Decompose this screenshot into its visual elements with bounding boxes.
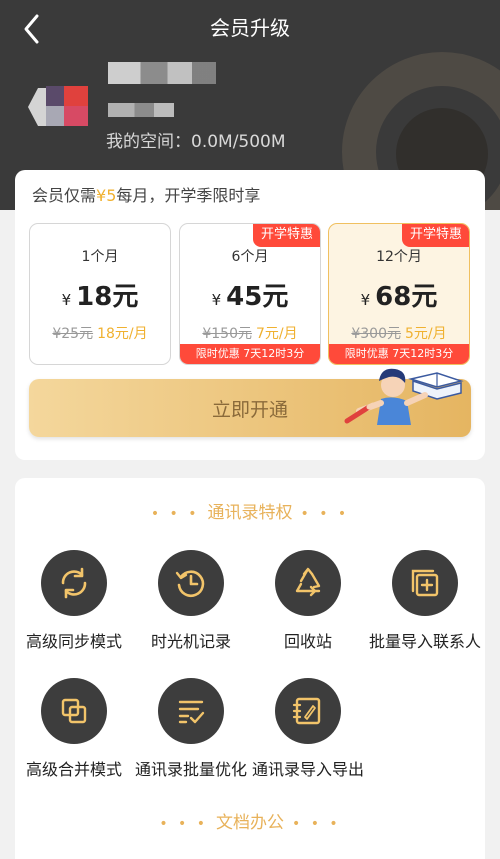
- plan-price: ¥45元: [180, 276, 320, 313]
- feature-label: 回收站: [283, 632, 332, 651]
- section-title-documents: • • • 文档办公 • • •: [15, 810, 485, 837]
- activate-now-button[interactable]: 立即开通: [29, 368, 471, 437]
- plan-price-value: 18元: [76, 282, 139, 312]
- plan-price-detail: ¥25元 18元/月: [30, 323, 170, 343]
- original-price: ¥25元: [52, 326, 94, 342]
- promo-badge: 开学特惠: [401, 224, 469, 247]
- privileges-card: • • • 通讯录特权 • • • 高级同步模式 时光机记录 回收站 批量导入联系人…: [15, 478, 485, 859]
- page-title: 会员升级: [210, 16, 290, 40]
- promo-suffix: 每月，开学季限时享: [116, 186, 261, 205]
- plan-price-detail: ¥300元 5元/月: [329, 323, 469, 343]
- currency-symbol: ¥: [211, 291, 222, 309]
- feature-label: 通讯录导入导出: [251, 760, 364, 779]
- membership-card: 会员仅需¥5每月，开学季限时享 1个月 ¥18元 ¥25元 18元/月 开学特惠 …: [15, 170, 485, 460]
- feature-label: 高级同步模式: [25, 632, 122, 651]
- merge-icon: [41, 678, 107, 744]
- feature-batch-import[interactable]: 批量导入联系人: [366, 550, 484, 652]
- plan-price-detail: ¥150元 7元/月: [180, 323, 320, 343]
- batch-import-icon: [392, 550, 458, 616]
- student-reading-illustration: [344, 368, 464, 425]
- plan-months: 6个月: [231, 249, 269, 265]
- plan-price: ¥18元: [30, 276, 170, 313]
- per-month-price: 5元/月: [405, 326, 447, 342]
- promo-prefix: 会员仅需: [32, 186, 97, 205]
- feature-advanced-merge[interactable]: 高级合并模式: [15, 678, 133, 780]
- plan-months: 1个月: [81, 249, 119, 265]
- promo-price: ¥5: [96, 186, 117, 205]
- optimize-list-icon: [158, 678, 224, 744]
- decorative-dots: • • •: [159, 816, 208, 832]
- feature-import-export[interactable]: 通讯录导入导出: [249, 678, 367, 780]
- countdown-banner: 限时优惠 7天12时3分: [180, 344, 320, 364]
- decorative-dots: • • •: [300, 506, 350, 522]
- username-blurred: [108, 62, 216, 84]
- plan-1-month[interactable]: 1个月 ¥18元 ¥25元 18元/月: [29, 223, 171, 365]
- sync-icon: [41, 550, 107, 616]
- storage-space-label: 我的空间：0.0M/500M: [106, 132, 286, 152]
- plan-6-months[interactable]: 开学特惠 6个月 ¥45元 ¥150元 7元/月 限时优惠 7天12时3分: [179, 223, 321, 365]
- section-title-contacts: • • • 通讯录特权 • • •: [15, 500, 485, 527]
- feature-label: 时光机记录: [150, 632, 231, 651]
- per-month-price: 18元/月: [97, 326, 148, 342]
- import-export-icon: [275, 678, 341, 744]
- plan-price-value: 68元: [375, 282, 438, 312]
- feature-label: 通讯录批量优化: [134, 760, 247, 779]
- avatar[interactable]: [24, 82, 90, 130]
- history-clock-icon: [158, 550, 224, 616]
- plan-price-value: 45元: [226, 282, 289, 312]
- feature-label: 批量导入联系人: [368, 632, 481, 651]
- currency-symbol: ¥: [360, 291, 371, 309]
- currency-symbol: ¥: [61, 291, 72, 309]
- decorative-dots: • • •: [292, 816, 341, 832]
- section-title-text: 文档办公: [216, 813, 284, 833]
- original-price: ¥150元: [202, 326, 252, 342]
- user-id-blurred: [108, 103, 174, 117]
- original-price: ¥300元: [351, 326, 401, 342]
- section-title-text: 通讯录特权: [207, 503, 293, 523]
- countdown-banner: 限时优惠 7天12时3分: [329, 344, 469, 364]
- feature-time-machine[interactable]: 时光机记录: [132, 550, 250, 652]
- recycle-icon: [275, 550, 341, 616]
- promo-text: 会员仅需¥5每月，开学季限时享: [32, 184, 260, 208]
- plan-months: 12个月: [376, 249, 422, 265]
- promo-badge: 开学特惠: [252, 224, 320, 247]
- plan-price: ¥68元: [329, 276, 469, 313]
- feature-recycle-bin[interactable]: 回收站: [249, 550, 367, 652]
- per-month-price: 7元/月: [256, 326, 298, 342]
- feature-label: 高级合并模式: [25, 760, 122, 779]
- feature-advanced-sync[interactable]: 高级同步模式: [15, 550, 133, 652]
- feature-batch-optimize[interactable]: 通讯录批量优化: [132, 678, 250, 780]
- decorative-dots: • • •: [150, 506, 200, 522]
- plan-12-months[interactable]: 开学特惠 12个月 ¥68元 ¥300元 5元/月 限时优惠 7天12时3分: [328, 223, 470, 365]
